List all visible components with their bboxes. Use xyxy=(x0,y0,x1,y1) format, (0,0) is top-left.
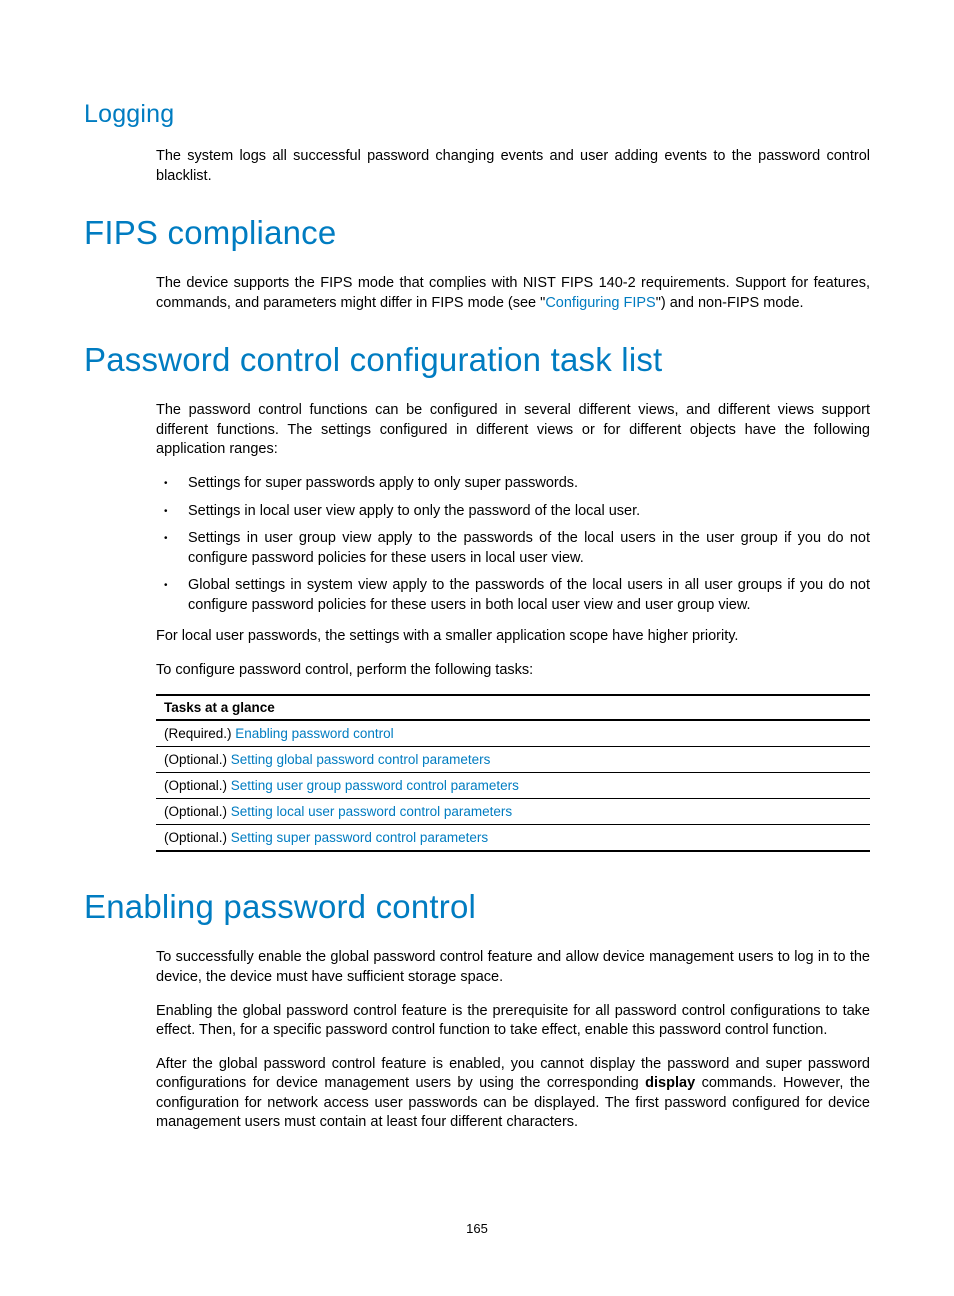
heading-logging: Logging xyxy=(84,100,870,129)
list-item: Settings in local user view apply to onl… xyxy=(156,502,870,522)
table-row: (Optional.) Setting global password cont… xyxy=(156,747,870,773)
fips-paragraph: The device supports the FIPS mode that c… xyxy=(156,274,870,313)
row-prefix: (Optional.) xyxy=(164,804,231,819)
list-item: Global settings in system view apply to … xyxy=(156,576,870,615)
link-configuring-fips[interactable]: Configuring FIPS xyxy=(545,295,655,311)
link-setting-super-params[interactable]: Setting super password control parameter… xyxy=(231,830,488,845)
row-prefix: (Optional.) xyxy=(164,752,231,767)
tasklist-configure: To configure password control, perform t… xyxy=(156,661,870,681)
table-row: (Required.) Enabling password control xyxy=(156,720,870,747)
row-prefix: (Required.) xyxy=(164,726,235,741)
fips-text-post: ") and non-FIPS mode. xyxy=(656,295,804,311)
heading-enabling: Enabling password control xyxy=(84,888,870,926)
heading-fips: FIPS compliance xyxy=(84,214,870,252)
logging-paragraph: The system logs all successful password … xyxy=(156,147,870,186)
link-setting-global-params[interactable]: Setting global password control paramete… xyxy=(231,752,491,767)
table-row: (Optional.) Setting local user password … xyxy=(156,799,870,825)
page-number: 165 xyxy=(0,1221,954,1236)
tasks-table: Tasks at a glance (Required.) Enabling p… xyxy=(156,694,870,852)
row-prefix: (Optional.) xyxy=(164,830,231,845)
heading-tasklist: Password control configuration task list xyxy=(84,341,870,379)
tasks-table-header: Tasks at a glance xyxy=(156,695,870,720)
link-setting-user-group-params[interactable]: Setting user group password control para… xyxy=(231,778,519,793)
link-setting-local-user-params[interactable]: Setting local user password control para… xyxy=(231,804,512,819)
tasklist-priority: For local user passwords, the settings w… xyxy=(156,627,870,647)
enabling-p1: To successfully enable the global passwo… xyxy=(156,948,870,987)
list-item: Settings in user group view apply to the… xyxy=(156,529,870,568)
table-row: (Optional.) Setting super password contr… xyxy=(156,825,870,852)
enabling-p3-bold: display xyxy=(645,1075,695,1091)
tasklist-intro: The password control functions can be co… xyxy=(156,401,870,460)
enabling-p2: Enabling the global password control fea… xyxy=(156,1002,870,1041)
enabling-p3: After the global password control featur… xyxy=(156,1055,870,1133)
tasklist-bullets: Settings for super passwords apply to on… xyxy=(156,474,870,615)
row-prefix: (Optional.) xyxy=(164,778,231,793)
link-enabling-password-control[interactable]: Enabling password control xyxy=(235,726,393,741)
list-item: Settings for super passwords apply to on… xyxy=(156,474,870,494)
table-row: (Optional.) Setting user group password … xyxy=(156,773,870,799)
